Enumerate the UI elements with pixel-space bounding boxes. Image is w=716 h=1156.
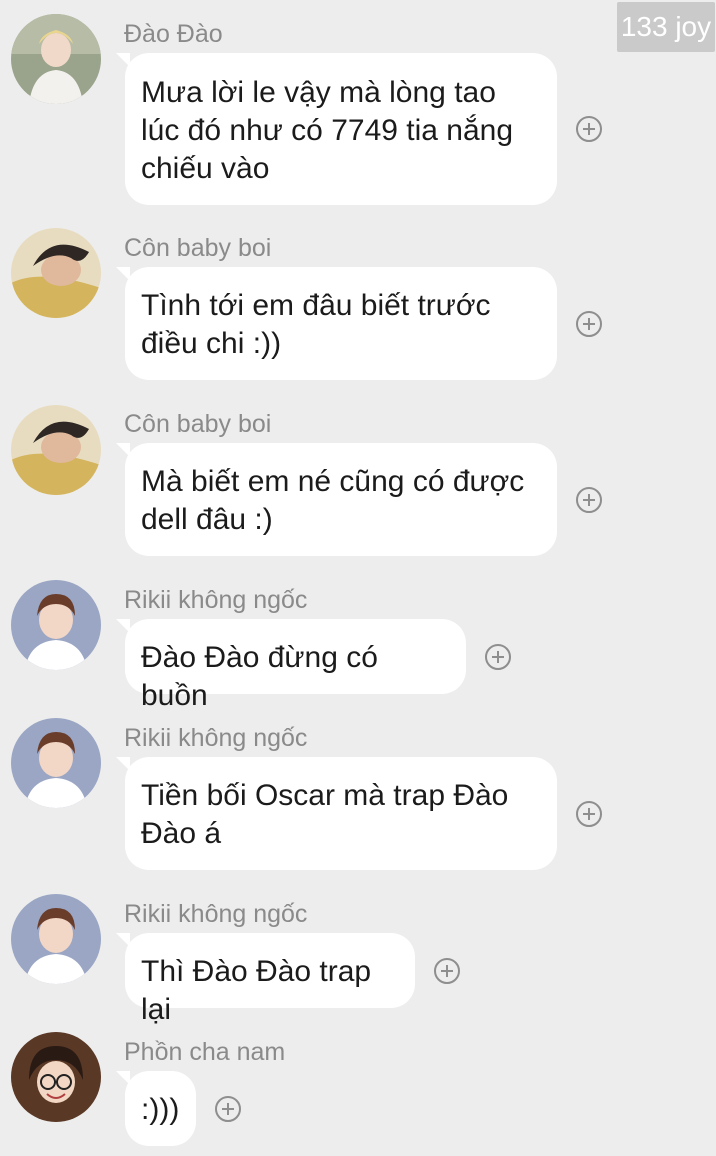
message-bubble[interactable]: Tình tới em đâu biết trước điều chi :)) <box>116 267 557 380</box>
message-bubble[interactable]: Tiền bối Oscar mà trap Đào Đào á <box>116 757 557 870</box>
add-reaction-icon[interactable] <box>576 487 602 513</box>
message-bubble[interactable]: Đào Đào đừng có buồn <box>116 619 466 712</box>
user-avatar-icon[interactable] <box>11 228 101 318</box>
sender-name: Rikii không ngốc <box>124 586 308 614</box>
add-reaction-icon[interactable] <box>434 958 460 984</box>
user-avatar-icon[interactable] <box>11 718 101 808</box>
add-reaction-icon[interactable] <box>576 311 602 337</box>
message-bubble[interactable]: Mưa lời le vậy mà lòng tao lúc đó như có… <box>116 53 557 205</box>
user-avatar-icon[interactable] <box>11 14 101 104</box>
sender-name: Côn baby boi <box>124 234 272 262</box>
add-reaction-icon[interactable] <box>215 1096 241 1122</box>
add-reaction-icon[interactable] <box>485 644 511 670</box>
sender-name: Rikii không ngốc <box>124 724 308 752</box>
message-bubble[interactable]: :))) <box>116 1071 196 1146</box>
user-avatar-icon[interactable] <box>11 580 101 670</box>
sender-name: Rikii không ngốc <box>124 900 308 928</box>
user-avatar-icon[interactable] <box>11 405 101 495</box>
message-bubble[interactable]: Thì Đào Đào trap lại <box>116 933 415 1026</box>
sender-name: Côn baby boi <box>124 410 272 438</box>
add-reaction-icon[interactable] <box>576 116 602 142</box>
user-avatar-icon[interactable] <box>11 1032 101 1122</box>
add-reaction-icon[interactable] <box>576 801 602 827</box>
sender-name: Phồn cha nam <box>124 1038 286 1066</box>
sender-name: Đào Đào <box>124 20 223 48</box>
user-avatar-icon[interactable] <box>11 894 101 984</box>
watermark-label: 133 joy <box>617 2 715 52</box>
message-bubble[interactable]: Mà biết em né cũng có được dell đâu :) <box>116 443 557 556</box>
